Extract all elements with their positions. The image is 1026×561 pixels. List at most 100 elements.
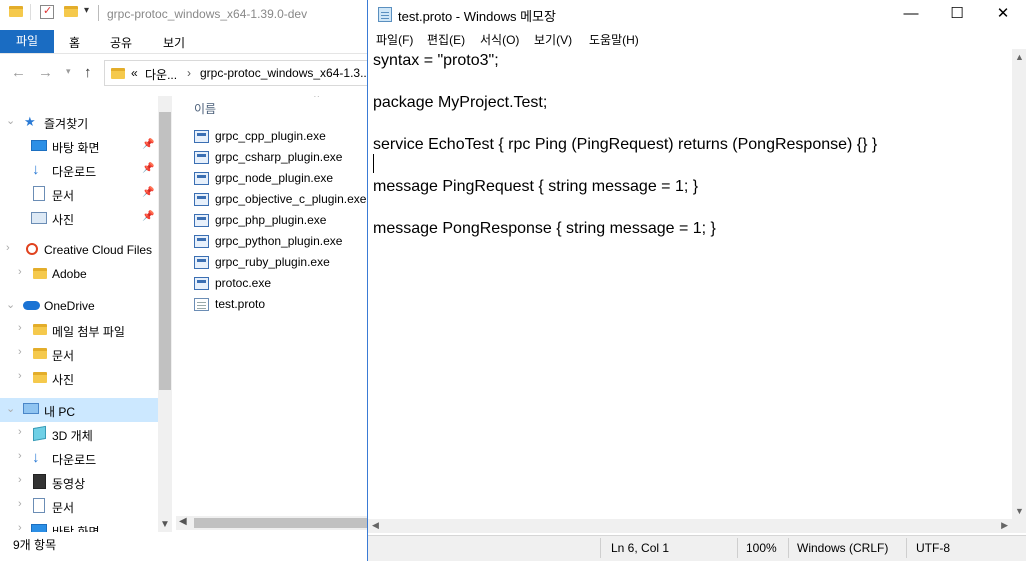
nav-item-adobe[interactable]: › Adobe	[0, 262, 158, 286]
vertical-scrollbar[interactable]: ▲ ▼	[1012, 49, 1026, 519]
maximize-button[interactable]: ☐	[934, 0, 980, 29]
nav-quick-access[interactable]: ⌄ ★ 즐겨찾기	[0, 110, 158, 134]
chevron-down-icon[interactable]: ⌄	[6, 298, 15, 311]
nav-onedrive[interactable]: ⌄ OneDrive	[0, 294, 158, 318]
notepad-icon[interactable]	[378, 7, 392, 22]
chevron-down-icon[interactable]: ⌄	[6, 114, 15, 127]
status-separator	[600, 538, 601, 558]
file-name: grpc_node_plugin.exe	[215, 171, 334, 185]
minimize-button[interactable]: —	[888, 0, 934, 29]
address-overflow[interactable]: «	[131, 66, 138, 80]
close-button[interactable]: ✕	[980, 0, 1026, 29]
up-arrow-icon[interactable]: ↑	[84, 64, 92, 81]
scroll-left-icon[interactable]: ◀	[179, 516, 187, 527]
file-row[interactable]: grpc_node_plugin.exe	[194, 168, 368, 189]
code-line: message PongResponse { string message = …	[373, 220, 716, 237]
recent-locations-icon[interactable]: ▾	[66, 66, 71, 77]
file-row[interactable]: grpc_ruby_plugin.exe	[194, 252, 368, 273]
nav-item-pc-desktop[interactable]: › 바탕 화면	[0, 518, 158, 532]
text-file-icon	[194, 298, 209, 311]
properties-icon[interactable]: ✓	[40, 5, 54, 19]
menu-bar: 파일(F) 편집(E) 서식(O) 보기(V) 도움말(H)	[368, 29, 1026, 49]
chevron-right-icon[interactable]: ›	[18, 522, 22, 532]
folder-icon[interactable]	[9, 6, 23, 17]
menu-view[interactable]: 보기(V)	[534, 31, 572, 48]
explorer-title: grpc-protoc_windows_x64-1.39.0-dev	[107, 7, 308, 21]
size-grip[interactable]	[1012, 519, 1026, 533]
navigation-pane: ⌄ ★ 즐겨찾기 바탕 화면 📌 ↓ 다운로드 📌 문서 📌 사진 📌 › Cr…	[0, 96, 158, 532]
file-list-horizontal-scrollbar[interactable]: ◀	[176, 516, 368, 530]
breadcrumb-current[interactable]: grpc-protoc_windows_x64-1.3...	[200, 66, 370, 80]
scroll-down-icon[interactable]: ▼	[160, 519, 170, 530]
column-header-name[interactable]: 이름	[194, 100, 216, 117]
executable-icon	[194, 256, 209, 269]
pin-icon[interactable]: 📌	[142, 163, 154, 174]
scroll-down-icon[interactable]: ▼	[1015, 506, 1024, 516]
pin-icon[interactable]: 📌	[142, 211, 154, 222]
address-bar[interactable]: « 다운... › grpc-protoc_windows_x64-1.3...	[104, 60, 374, 86]
pin-icon[interactable]: 📌	[142, 139, 154, 150]
menu-file[interactable]: 파일(F)	[376, 31, 413, 48]
ribbon-tab-view[interactable]: 보기	[163, 34, 185, 51]
ribbon-tab-home[interactable]: 홈	[69, 34, 80, 51]
nav-item-3d-objects[interactable]: › 3D 개체	[0, 422, 158, 446]
document-icon	[33, 498, 45, 513]
file-row[interactable]: protoc.exe	[194, 273, 368, 294]
nav-item-pc-documents[interactable]: › 문서	[0, 494, 158, 518]
nav-item-pictures[interactable]: 사진 📌	[0, 206, 158, 230]
back-arrow-icon[interactable]: ←	[11, 64, 26, 81]
nav-item-onedrive-pictures[interactable]: › 사진	[0, 366, 158, 390]
chevron-right-icon[interactable]: ›	[6, 242, 10, 254]
nav-item-downloads[interactable]: ↓ 다운로드 📌	[0, 158, 158, 182]
status-separator	[906, 538, 907, 558]
nav-item-mail-attachments[interactable]: › 메일 첨부 파일	[0, 318, 158, 342]
breadcrumb-downloads[interactable]: 다운...	[145, 66, 177, 83]
nav-item-documents[interactable]: 문서 📌	[0, 182, 158, 206]
text-editor[interactable]: syntax = "proto3"; package MyProject.Tes…	[368, 49, 1012, 519]
chevron-right-icon[interactable]: ›	[18, 322, 22, 334]
customize-quick-access-icon[interactable]: ▾	[84, 5, 89, 16]
file-row[interactable]: grpc_cpp_plugin.exe	[194, 126, 368, 147]
nav-item-desktop[interactable]: 바탕 화면 📌	[0, 134, 158, 158]
nav-item-onedrive-documents[interactable]: › 문서	[0, 342, 158, 366]
chevron-right-icon[interactable]: ›	[18, 370, 22, 382]
ribbon-tab-file[interactable]: 파일	[0, 30, 54, 53]
pin-icon[interactable]: 📌	[142, 187, 154, 198]
chevron-right-icon[interactable]: ›	[18, 426, 22, 438]
chevron-down-icon[interactable]: ⌄	[6, 402, 15, 415]
folder-icon	[33, 324, 47, 335]
scroll-right-icon[interactable]: ▶	[1001, 520, 1008, 531]
navigation-scrollbar[interactable]: ▼	[158, 96, 172, 532]
scrollbar-thumb[interactable]	[194, 518, 368, 528]
document-icon	[33, 186, 45, 201]
forward-arrow-icon[interactable]: →	[38, 64, 53, 81]
nav-creative-cloud[interactable]: › Creative Cloud Files	[0, 238, 158, 262]
download-icon: ↓	[32, 449, 40, 466]
scrollbar-thumb[interactable]	[159, 112, 171, 390]
chevron-right-icon[interactable]: ›	[18, 346, 22, 358]
nav-item-pc-downloads[interactable]: › ↓ 다운로드	[0, 446, 158, 470]
horizontal-scrollbar[interactable]: ◀ ▶	[368, 519, 1012, 533]
chevron-right-icon[interactable]: ›	[18, 498, 22, 510]
desktop-icon	[31, 524, 47, 532]
menu-format[interactable]: 서식(O)	[480, 31, 519, 48]
file-row[interactable]: grpc_php_plugin.exe	[194, 210, 368, 231]
nav-this-pc[interactable]: ⌄ 내 PC	[0, 398, 158, 422]
menu-edit[interactable]: 편집(E)	[427, 31, 465, 48]
file-row[interactable]: grpc_python_plugin.exe	[194, 231, 368, 252]
notepad-titlebar[interactable]: test.proto - Windows 메모장 — ☐ ✕	[368, 0, 1026, 29]
ribbon-tab-share[interactable]: 공유	[110, 34, 132, 51]
file-list: 이름 ⌃ grpc_cpp_plugin.exe grpc_csharp_plu…	[176, 96, 368, 516]
file-row[interactable]: test.proto	[194, 294, 368, 315]
scroll-left-icon[interactable]: ◀	[372, 520, 379, 531]
nav-item-videos[interactable]: › 동영상	[0, 470, 158, 494]
new-folder-icon[interactable]	[64, 6, 78, 17]
chevron-right-icon[interactable]: ›	[18, 474, 22, 486]
chevron-right-icon[interactable]: ›	[18, 450, 22, 462]
chevron-right-icon[interactable]: ›	[18, 266, 22, 278]
scroll-up-icon[interactable]: ▲	[1015, 52, 1024, 62]
file-row[interactable]: grpc_objective_c_plugin.exe	[194, 189, 368, 210]
menu-help[interactable]: 도움말(H)	[589, 31, 639, 48]
file-row[interactable]: grpc_csharp_plugin.exe	[194, 147, 368, 168]
star-icon: ★	[24, 114, 36, 129]
